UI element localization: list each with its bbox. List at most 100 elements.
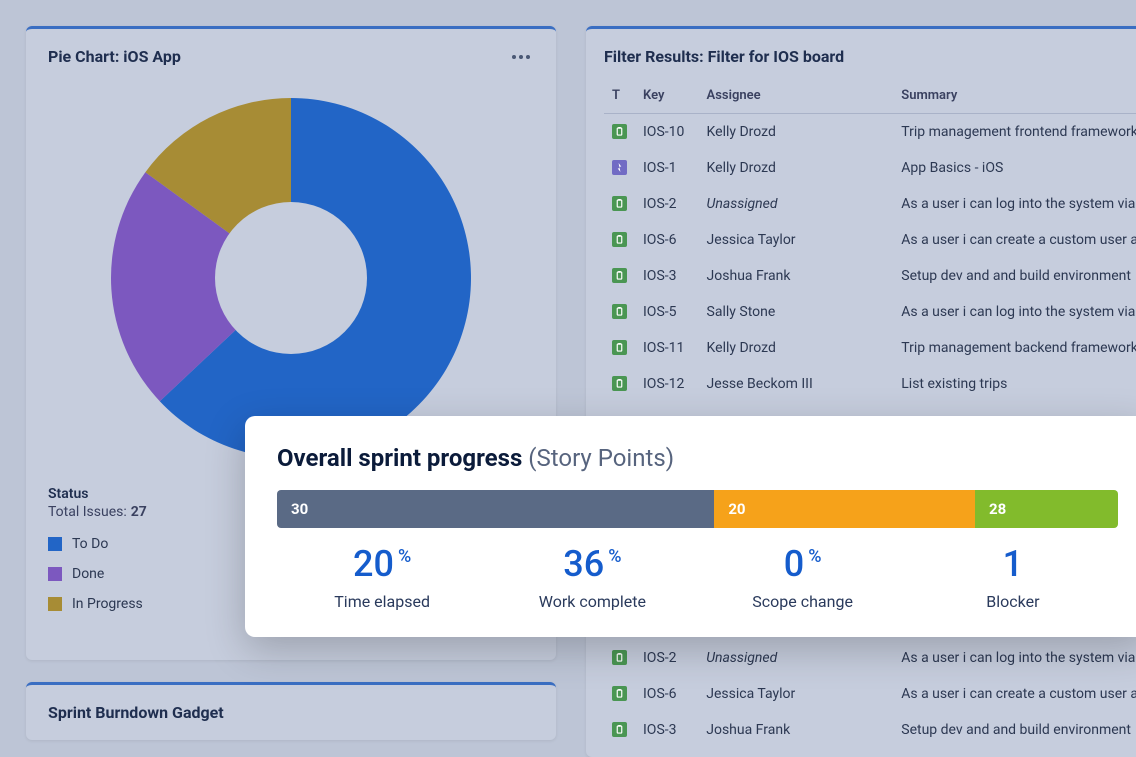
cell-type (604, 150, 635, 186)
cell-assignee[interactable]: Kelly Drozd (699, 150, 894, 186)
cell-summary[interactable]: List existing trips (893, 366, 1136, 402)
cell-assignee[interactable]: Unassigned (699, 186, 894, 222)
cell-assignee[interactable]: Joshua Frank (699, 258, 894, 294)
cell-assignee[interactable]: Jessica Taylor (699, 222, 894, 258)
metric-label: Scope change (698, 592, 908, 611)
metric: 36% Work complete (487, 546, 697, 611)
cell-key[interactable]: IOS-6 (635, 676, 698, 712)
cell-summary[interactable]: As a user i can log into the system via (893, 640, 1136, 676)
sprint-progress-bar: 302028 (277, 490, 1118, 528)
table-row[interactable]: IOS-5Sally StoneAs a user i can log into… (604, 294, 1136, 330)
cell-key[interactable]: IOS-5 (635, 294, 699, 330)
col-key[interactable]: Key (635, 80, 699, 114)
metric-value: 0% (784, 546, 822, 582)
total-issues-label: Total Issues: (48, 504, 127, 520)
pie-chart-title: Pie Chart: iOS App (48, 47, 181, 66)
col-assignee[interactable]: Assignee (699, 80, 894, 114)
table-row[interactable]: IOS-2UnassignedAs a user i can log into … (604, 640, 1136, 676)
legend-swatch (48, 597, 62, 611)
cell-summary[interactable]: As a user i can create a custom user a (893, 676, 1136, 712)
filter-results-title: Filter Results: Filter for IOS board (604, 47, 1136, 80)
cell-assignee[interactable]: Kelly Drozd (699, 330, 894, 366)
progress-segment: 20 (714, 490, 975, 528)
metric-label: Work complete (487, 592, 697, 611)
cell-type (604, 294, 635, 330)
table-row[interactable]: IOS-12Jesse Beckom IIIList existing trip… (604, 366, 1136, 402)
cell-type (604, 676, 635, 712)
sprint-subtitle: (Story Points) (528, 444, 674, 472)
cell-type (604, 640, 635, 676)
filter-results-continuation: IOS-2UnassignedAs a user i can log into … (586, 640, 1136, 748)
legend-swatch (48, 567, 62, 581)
cell-assignee[interactable]: Sally Stone (699, 294, 894, 330)
burndown-title: Sprint Burndown Gadget (48, 703, 534, 722)
cell-key[interactable]: IOS-6 (635, 222, 699, 258)
cell-assignee[interactable]: Kelly Drozd (699, 114, 894, 151)
table-row[interactable]: IOS-6Jessica TaylorAs a user i can creat… (604, 222, 1136, 258)
story-icon (612, 304, 627, 319)
metric: 0% Scope change (698, 546, 908, 611)
metric-label: Time elapsed (277, 592, 487, 611)
table-row[interactable]: IOS-1Kelly DrozdApp Basics - iOS (604, 150, 1136, 186)
story-icon (612, 686, 627, 701)
metric: 20% Time elapsed (277, 546, 487, 611)
cell-summary[interactable]: Setup dev and and build environment (893, 258, 1136, 294)
metric: 1 Blocker (908, 546, 1118, 611)
metric-label: Blocker (908, 592, 1118, 611)
cell-key[interactable]: IOS-3 (635, 712, 698, 748)
epic-icon (612, 160, 627, 175)
cell-summary[interactable]: App Basics - iOS (893, 150, 1136, 186)
story-icon (612, 376, 627, 391)
cell-assignee[interactable]: Joshua Frank (698, 712, 893, 748)
cell-key[interactable]: IOS-2 (635, 640, 698, 676)
table-row[interactable]: IOS-6Jessica TaylorAs a user i can creat… (604, 676, 1136, 712)
table-row[interactable]: IOS-10Kelly DrozdTrip management fronten… (604, 114, 1136, 151)
cell-type (604, 114, 635, 151)
issues-table: T Key Assignee Summary IOS-10Kelly Drozd… (604, 80, 1136, 402)
more-icon[interactable] (508, 51, 534, 63)
story-icon (612, 196, 627, 211)
cell-summary[interactable]: Setup dev and and build environment (893, 712, 1136, 748)
cell-type (604, 258, 635, 294)
story-icon (612, 124, 627, 139)
legend-label: To Do (72, 536, 108, 552)
sprint-metrics: 20% Time elapsed 36% Work complete 0% Scope c… (277, 546, 1118, 611)
cell-key[interactable]: IOS-2 (635, 186, 699, 222)
table-row[interactable]: IOS-2UnassignedAs a user i can log into … (604, 186, 1136, 222)
cell-key[interactable]: IOS-10 (635, 114, 699, 151)
total-issues-count: 27 (131, 504, 147, 520)
cell-assignee[interactable]: Jesse Beckom III (699, 366, 894, 402)
legend-label: In Progress (72, 596, 143, 612)
cell-summary[interactable]: Trip management backend framework (893, 330, 1136, 366)
sprint-progress-card: Overall sprint progress (Story Points) 3… (245, 416, 1136, 637)
cell-summary[interactable]: As a user i can log into the system via (893, 294, 1136, 330)
progress-segment: 28 (975, 490, 1118, 528)
metric-value: 1 (1003, 546, 1023, 582)
metric-value: 36% (563, 546, 621, 582)
cell-key[interactable]: IOS-12 (635, 366, 699, 402)
cell-type (604, 712, 635, 748)
legend-swatch (48, 537, 62, 551)
story-icon (612, 722, 627, 737)
col-summary[interactable]: Summary (893, 80, 1136, 114)
table-row[interactable]: IOS-3Joshua FrankSetup dev and and build… (604, 712, 1136, 748)
metric-value: 20% (353, 546, 411, 582)
story-icon (612, 268, 627, 283)
story-icon (612, 650, 627, 665)
cell-assignee[interactable]: Unassigned (698, 640, 893, 676)
cell-summary[interactable]: As a user i can create a custom user a (893, 222, 1136, 258)
cell-type (604, 186, 635, 222)
cell-type (604, 366, 635, 402)
cell-summary[interactable]: Trip management frontend framework (893, 114, 1136, 151)
cell-summary[interactable]: As a user i can log into the system via (893, 186, 1136, 222)
cell-key[interactable]: IOS-11 (635, 330, 699, 366)
cell-assignee[interactable]: Jessica Taylor (698, 676, 893, 712)
table-row[interactable]: IOS-3Joshua FrankSetup dev and and build… (604, 258, 1136, 294)
cell-key[interactable]: IOS-1 (635, 150, 699, 186)
sprint-title: Overall sprint progress (277, 444, 522, 472)
table-row[interactable]: IOS-11Kelly DrozdTrip management backend… (604, 330, 1136, 366)
col-type[interactable]: T (604, 80, 635, 114)
legend-label: Done (72, 566, 104, 582)
burndown-card: Sprint Burndown Gadget (26, 682, 556, 740)
cell-key[interactable]: IOS-3 (635, 258, 699, 294)
